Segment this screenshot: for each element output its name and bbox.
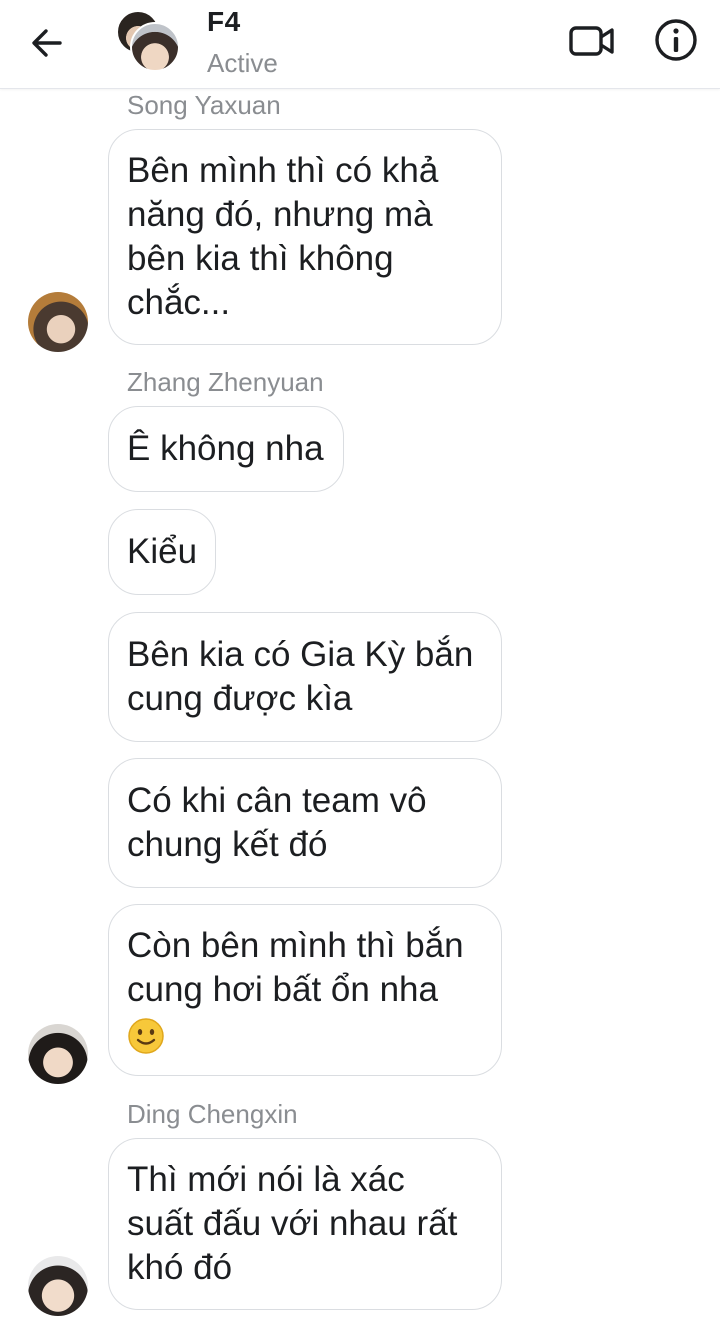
message-content: Còn bên mình thì bắn cung hơi bất ổn nha bbox=[127, 924, 464, 1056]
sender-name: Song Yaxuan bbox=[127, 90, 281, 120]
member-avatar bbox=[130, 22, 180, 72]
info-button[interactable] bbox=[652, 16, 700, 64]
message-text: Bên mình thì có khả năng đó, nhưng mà bê… bbox=[127, 151, 439, 322]
back-button[interactable] bbox=[22, 18, 72, 68]
active-status: Active bbox=[207, 48, 278, 78]
message-text: Kiểu bbox=[127, 532, 198, 571]
message-bubble[interactable]: Có khi cân team vô chung kết đó bbox=[108, 758, 502, 888]
message-bubble[interactable]: Bên kia có Gia Kỳ bắn cung được kìa bbox=[108, 612, 502, 742]
message-text: Thì mới nói là xác suất đấu với nhau rất… bbox=[127, 1160, 458, 1287]
message-bubble[interactable]: Kiểu bbox=[108, 509, 216, 595]
sender-name: Zhang Zhenyuan bbox=[127, 367, 324, 397]
video-camera-icon bbox=[569, 26, 614, 56]
message-text: Còn bên mình thì bắn cung hơi bất ổn nha bbox=[127, 926, 464, 1009]
group-avatar[interactable] bbox=[116, 10, 180, 72]
sender-name: Ding Chengxin bbox=[127, 1099, 298, 1129]
sender-avatar[interactable] bbox=[28, 1256, 88, 1316]
chat-header: F4 Active bbox=[0, 0, 720, 89]
info-icon bbox=[655, 19, 697, 61]
message-text: Có khi cân team vô chung kết đó bbox=[127, 781, 427, 864]
message-bubble[interactable]: Còn bên mình thì bắn cung hơi bất ổn nha bbox=[108, 904, 502, 1076]
sender-avatar[interactable] bbox=[28, 292, 88, 352]
chat-title[interactable]: F4 bbox=[207, 6, 241, 38]
message-text: Bên kia có Gia Kỳ bắn cung được kìa bbox=[127, 635, 474, 718]
sender-avatar[interactable] bbox=[28, 1024, 88, 1084]
slightly-smiling-face-icon bbox=[128, 1018, 164, 1054]
message-bubble[interactable]: Thì mới nói là xác suất đấu với nhau rất… bbox=[108, 1138, 502, 1310]
message-bubble[interactable]: Ê không nha bbox=[108, 406, 344, 492]
arrow-left-icon bbox=[32, 29, 62, 57]
video-call-button[interactable] bbox=[566, 18, 618, 64]
message-text: Ê không nha bbox=[127, 429, 324, 468]
message-bubble[interactable]: Bên mình thì có khả năng đó, nhưng mà bê… bbox=[108, 129, 502, 345]
